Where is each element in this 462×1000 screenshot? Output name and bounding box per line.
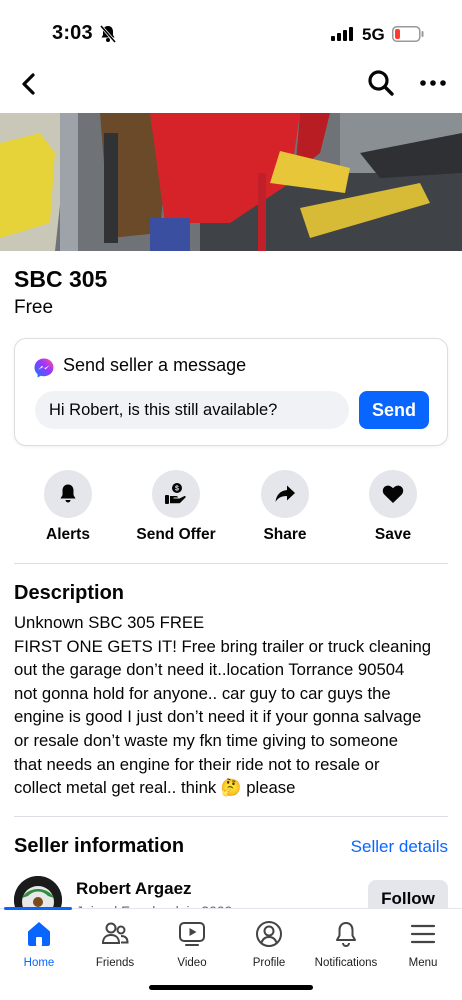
- tab-label: Profile: [252, 957, 286, 969]
- send-offer-circle[interactable]: $: [152, 470, 200, 518]
- friends-icon: [101, 922, 129, 944]
- send-offer-label: Send Offer: [136, 526, 216, 543]
- tab-profile[interactable]: Profile: [230, 919, 308, 969]
- message-input[interactable]: [35, 391, 349, 429]
- search-icon[interactable]: [366, 68, 396, 98]
- save-button[interactable]: Save: [343, 470, 443, 544]
- description-line: collect metal get real.. think 🤔 please: [14, 778, 296, 798]
- tab-label: Friends: [95, 957, 135, 969]
- home-indicator: [149, 985, 313, 990]
- alerts-label: Alerts: [46, 526, 90, 543]
- battery-icon: [392, 26, 424, 42]
- description-line: that needs an engine for their ride not …: [14, 754, 380, 774]
- description-line: FIRST ONE GETS IT! Free bring trailer or…: [14, 636, 431, 656]
- save-label: Save: [374, 526, 412, 543]
- listing-photo[interactable]: [0, 113, 462, 251]
- send-button[interactable]: Send: [359, 391, 429, 429]
- alerts-button[interactable]: Alerts: [18, 470, 118, 544]
- send-offer-icon: $: [165, 483, 186, 504]
- description-line: engine is good I just don’t need it if y…: [14, 707, 422, 727]
- action-row: Alerts $ Send Offer Share Save: [0, 470, 462, 550]
- divider: [14, 563, 448, 564]
- messenger-icon: [34, 358, 54, 378]
- status-time: 3:03: [52, 22, 93, 44]
- bell-slash-icon: [99, 25, 117, 43]
- svg-text:$: $: [175, 486, 179, 493]
- description-line: Unknown SBC 305 FREE: [14, 613, 205, 632]
- network-label: 5G: [362, 25, 385, 44]
- chevron-left-icon[interactable]: [14, 68, 46, 100]
- seller-details-link[interactable]: Seller details: [351, 837, 448, 857]
- tab-menu[interactable]: Menu: [384, 919, 462, 969]
- bell-icon: [336, 922, 356, 947]
- share-button[interactable]: Share: [235, 470, 335, 544]
- tab-video[interactable]: Video: [153, 919, 231, 969]
- video-icon: [179, 922, 205, 946]
- listing-title: SBC 305: [14, 266, 108, 292]
- bell-icon: [60, 484, 76, 503]
- home-icon: [28, 922, 50, 946]
- seller-name[interactable]: Robert Argaez: [76, 879, 192, 899]
- description-line: or resale don’t waste my fkn time giving…: [14, 730, 398, 750]
- seller-info-heading: Seller information: [14, 835, 185, 857]
- tab-label: Home: [23, 957, 55, 969]
- share-arrow-icon: [275, 485, 295, 502]
- send-offer-button[interactable]: $ Send Offer: [126, 470, 226, 544]
- tab-home[interactable]: Home: [0, 919, 78, 969]
- share-label: Share: [263, 526, 307, 543]
- more-horizontal-icon[interactable]: [418, 68, 448, 98]
- heart-icon: [382, 485, 404, 503]
- divider: [14, 816, 448, 817]
- status-bar: 3:03 5G: [0, 0, 462, 62]
- menu-icon: [410, 924, 436, 944]
- profile-icon: [256, 921, 282, 947]
- listing-price: Free: [14, 297, 54, 318]
- tab-friends[interactable]: Friends: [76, 919, 154, 969]
- message-card-heading: Send seller a message: [63, 355, 247, 375]
- top-nav: [0, 62, 462, 110]
- tab-label: Notifications: [314, 957, 378, 969]
- send-message-card: Send seller a message Send: [14, 338, 448, 446]
- description-heading: Description: [14, 582, 125, 604]
- engine-photo-illustration: [0, 113, 462, 251]
- description-text: Unknown SBC 305 FREE FIRST ONE GETS IT! …: [14, 611, 450, 800]
- signal-icon: [331, 27, 353, 41]
- description-line: not gonna hold for anyone.. car guy to c…: [14, 683, 391, 703]
- share-circle[interactable]: [261, 470, 309, 518]
- active-tab-indicator: [4, 907, 72, 910]
- save-circle[interactable]: [369, 470, 417, 518]
- tab-notifications[interactable]: Notifications: [307, 919, 385, 969]
- tab-label: Menu: [408, 957, 438, 969]
- description-line: out the garage don’t need it..location T…: [14, 660, 405, 680]
- tab-label: Video: [177, 957, 207, 969]
- alerts-circle[interactable]: [44, 470, 92, 518]
